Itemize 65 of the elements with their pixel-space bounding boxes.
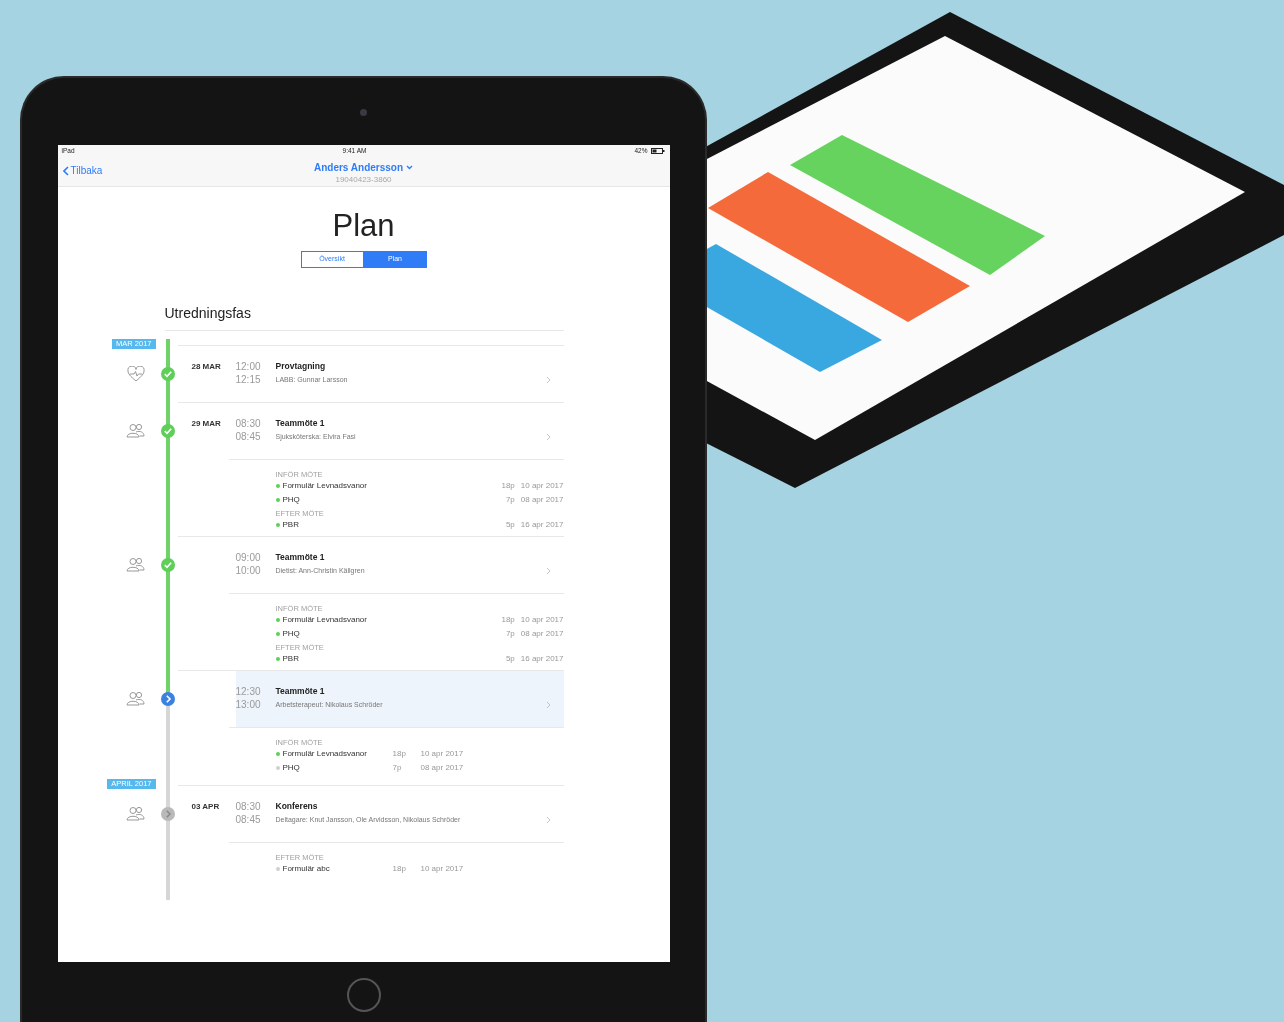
people-icon: [125, 690, 145, 707]
start-time: 08:30: [235, 417, 262, 431]
event-date: 28 MAR: [190, 361, 222, 374]
chevron-right-icon: [545, 566, 551, 575]
start-time: 09:00: [235, 551, 262, 565]
chevron-right-icon: [545, 375, 551, 384]
task-count: 7p: [505, 494, 515, 507]
page-title: Plan: [331, 209, 396, 244]
task-date: 16 apr 2017: [520, 653, 564, 666]
task-date: 16 apr 2017: [520, 519, 564, 532]
task-date: 10 apr 2017: [520, 614, 564, 627]
task-count: 5p: [505, 519, 515, 532]
end-time: 08:45: [235, 813, 262, 827]
personal-number: 19040423-3860: [334, 174, 393, 186]
event-title: Teammöte 1: [275, 551, 326, 565]
event-date: 29 MAR: [190, 418, 222, 431]
end-time: 08:45: [235, 430, 262, 444]
end-time: 13:00: [235, 698, 262, 712]
chevron-right-icon: [545, 700, 551, 709]
start-time: 08:30: [235, 800, 262, 814]
task-name[interactable]: Formulär Levnadsvanor: [282, 613, 367, 628]
task-name[interactable]: Formulär abc: [282, 862, 393, 877]
camera-dot: [360, 109, 367, 116]
task-date: 08 apr 2017: [520, 628, 564, 641]
task-count: 18p: [501, 614, 515, 627]
start-time: 12:30: [235, 685, 262, 699]
heart-pulse-icon: [126, 365, 145, 382]
start-time: 12:00: [235, 360, 262, 374]
task-date: 10 apr 2017: [520, 480, 564, 493]
task-count: 5p: [505, 653, 515, 666]
task-date: 10 apr 2017: [420, 863, 464, 876]
task-count: 18p: [501, 480, 515, 493]
event-title: Teammöte 1: [275, 417, 326, 431]
task-name[interactable]: Formulär Levnadsvanor: [282, 479, 367, 494]
end-time: 10:00: [235, 564, 262, 578]
task-date: 10 apr 2017: [420, 748, 464, 761]
task-name[interactable]: PHQ: [282, 493, 300, 508]
event-title: Provtagning: [275, 360, 327, 374]
chevron-right-icon: [545, 815, 551, 824]
back-link[interactable]: Tilbaka: [62, 163, 103, 178]
task-count: 18p: [392, 748, 407, 761]
event-title: Konferens: [275, 800, 319, 814]
task-count: 7p: [505, 628, 515, 641]
end-time: 12:15: [235, 373, 262, 387]
battery-icon: [651, 148, 666, 154]
task-name[interactable]: Formulär Levnadsvanor: [282, 747, 393, 762]
task-count: 7p: [392, 762, 403, 775]
task-date: 08 apr 2017: [420, 762, 464, 775]
task-name[interactable]: PBR: [282, 518, 299, 533]
task-date: 08 apr 2017: [520, 494, 564, 507]
section-heading: Utredningsfas: [164, 303, 564, 332]
back-chevron-icon: [62, 165, 69, 176]
event-title: Teammöte 1: [275, 685, 326, 699]
people-icon: [125, 556, 145, 573]
chevron-down-icon: [406, 165, 414, 170]
people-icon: [125, 805, 145, 822]
people-icon: [125, 422, 145, 439]
task-name[interactable]: PBR: [282, 652, 299, 667]
chevron-right-icon: [545, 432, 551, 441]
task-count: 18p: [392, 863, 407, 876]
task-name[interactable]: PHQ: [282, 627, 300, 642]
patient-name-dropdown[interactable]: Anders Andersson: [313, 160, 414, 175]
home-button[interactable]: [346, 978, 381, 1012]
task-name[interactable]: PHQ: [282, 761, 393, 776]
event-date: 03 APR: [190, 801, 221, 814]
